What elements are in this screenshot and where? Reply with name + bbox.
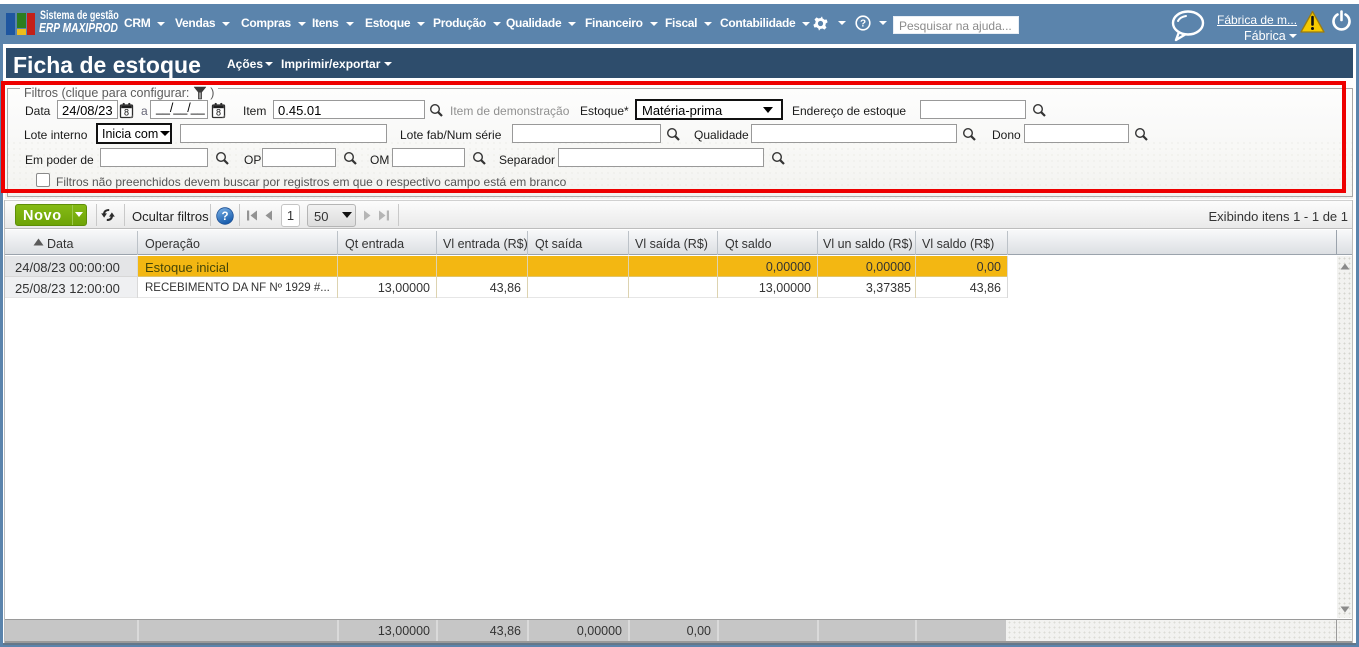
svg-text:?: ? bbox=[860, 19, 866, 30]
svg-text:?: ? bbox=[221, 211, 228, 223]
